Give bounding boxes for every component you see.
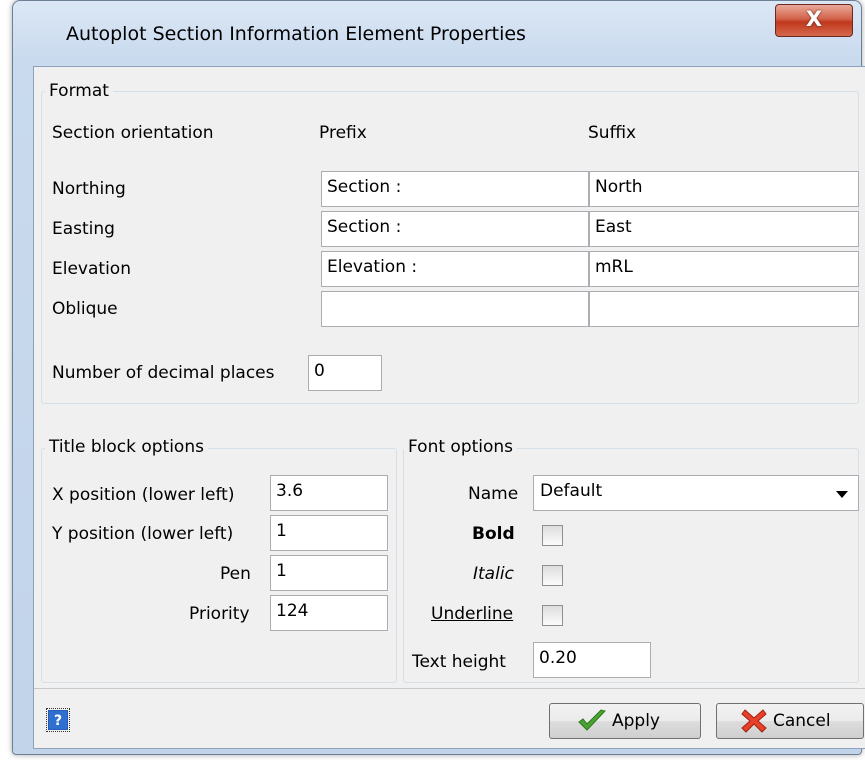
font-name-value: Default xyxy=(540,481,603,501)
decimal-places-field[interactable]: 0 xyxy=(308,355,382,391)
cancel-label: Cancel xyxy=(773,711,831,731)
chevron-down-icon xyxy=(836,491,848,498)
text-height-label: Text height xyxy=(412,652,506,672)
section-orientation-header: Section orientation xyxy=(52,123,214,143)
red-x-icon xyxy=(741,709,767,733)
northing-label: Northing xyxy=(52,179,126,199)
prefix-header: Prefix xyxy=(319,123,367,143)
pen-label: Pen xyxy=(220,564,251,584)
easting-label: Easting xyxy=(52,219,115,239)
elevation-prefix-field[interactable]: Elevation : xyxy=(321,251,589,287)
priority-field[interactable]: 124 xyxy=(270,595,388,631)
close-icon: X xyxy=(805,7,823,31)
oblique-suffix-field[interactable] xyxy=(589,291,859,327)
window-title: Autoplot Section Information Element Pro… xyxy=(66,23,526,45)
dialog-window: Autoplot Section Information Element Pro… xyxy=(12,0,865,755)
elevation-label: Elevation xyxy=(52,259,131,279)
easting-prefix-field[interactable]: Section : xyxy=(321,211,589,247)
elevation-suffix-field[interactable]: mRL xyxy=(589,251,859,287)
y-position-label: Y position (lower left) xyxy=(52,524,234,544)
apply-label: Apply xyxy=(612,711,660,731)
pen-field[interactable]: 1 xyxy=(270,555,388,591)
y-position-field[interactable]: 1 xyxy=(270,515,388,551)
underline-checkbox[interactable] xyxy=(542,605,563,626)
northing-prefix-field[interactable]: Section : xyxy=(321,171,589,207)
cancel-button[interactable]: Cancel xyxy=(716,703,864,739)
bold-label: Bold xyxy=(472,524,515,544)
northing-suffix-field[interactable]: North xyxy=(589,171,859,207)
dialog-client-area: Format Section orientation Prefix Suffix… xyxy=(33,66,865,749)
italic-checkbox[interactable] xyxy=(542,565,563,586)
svg-text:?: ? xyxy=(54,713,62,729)
green-checkmark-icon xyxy=(578,709,606,731)
help-button[interactable]: ? xyxy=(46,708,70,732)
priority-label: Priority xyxy=(189,604,250,624)
font-name-dropdown[interactable]: Default xyxy=(533,475,859,511)
x-position-label: X position (lower left) xyxy=(52,485,235,505)
format-group-label: Format xyxy=(45,81,113,101)
close-button[interactable]: X xyxy=(775,4,853,37)
decimal-places-label: Number of decimal places xyxy=(52,363,275,383)
font-options-group-label: Font options xyxy=(404,437,518,457)
x-position-field[interactable]: 3.6 xyxy=(270,475,388,511)
easting-suffix-field[interactable]: East xyxy=(589,211,859,247)
italic-label: Italic xyxy=(473,564,514,584)
title-block-group-label: Title block options xyxy=(45,437,208,457)
suffix-header: Suffix xyxy=(588,123,637,143)
bold-checkbox[interactable] xyxy=(542,525,563,546)
font-name-label: Name xyxy=(468,484,519,504)
footer-separator xyxy=(34,688,865,689)
apply-button[interactable]: Apply xyxy=(549,703,701,739)
text-height-field[interactable]: 0.20 xyxy=(533,642,651,678)
oblique-prefix-field[interactable] xyxy=(321,291,589,327)
question-help-icon: ? xyxy=(47,709,69,731)
oblique-label: Oblique xyxy=(52,299,118,319)
underline-label: Underline xyxy=(431,604,514,624)
